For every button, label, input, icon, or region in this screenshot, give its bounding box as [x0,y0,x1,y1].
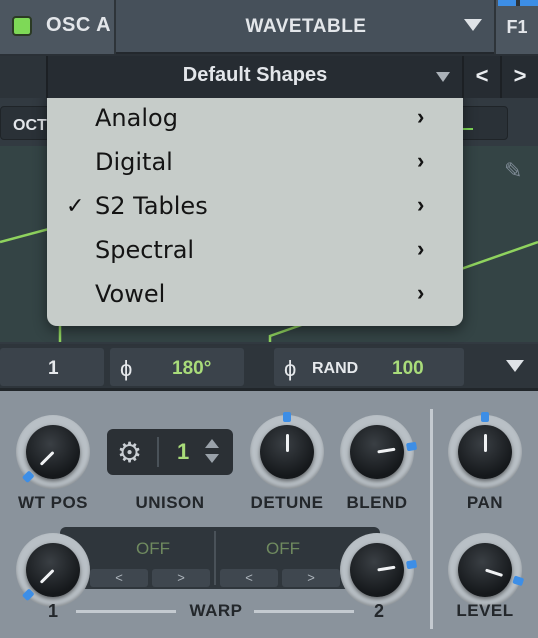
pencil-icon[interactable]: ✎ [504,158,522,184]
shapes-dropdown-menu: Analog › Digital › ✓ S2 Tables › Spectra… [47,98,463,326]
submenu-chevron-icon: › [417,104,425,129]
menu-item-spectral[interactable]: Spectral › [47,228,463,272]
warp2-next-button[interactable]: > [282,569,340,587]
wavetable-selector[interactable]: WAVETABLE [118,0,494,54]
shapes-preset-name[interactable]: Default Shapes [48,64,462,87]
warp1-prev-button[interactable]: < [90,569,148,587]
param-row-dropdown-icon[interactable] [506,360,524,372]
oct-label: OCT [13,117,47,134]
osc-param-row: 1 ϕ 180° ϕ RAND 100 [0,344,538,388]
unison-stepper[interactable]: ⚙ 1 [107,429,233,475]
submenu-chevron-icon: › [417,192,425,217]
phase-icon: ϕ [120,356,133,381]
wt-pos-knob[interactable] [16,415,90,489]
warp2-knob[interactable] [340,533,418,607]
rand-phase-icon: ϕ [284,356,297,381]
unison-up-icon[interactable] [205,439,219,448]
blend-label: BLEND [346,493,408,512]
warp-separator [214,531,216,585]
osc-controls-panel: WT POS ⚙ 1 UNISON DETUNE BLEND PAN OFF O… [0,388,538,638]
warp1-mode-value[interactable]: OFF [136,539,170,559]
menu-item-label: Vowel [95,280,166,308]
osc-name: OSC A [46,14,112,36]
osc-enable-toggle[interactable] [12,16,32,36]
warp-label: WARP [189,601,243,620]
warp1-number: 1 [48,601,59,621]
param-box-octave[interactable]: 1 [0,348,104,386]
gear-icon[interactable]: ⚙ [117,436,142,469]
menu-item-vowel[interactable]: Vowel › [47,272,463,316]
phase-param-box[interactable]: ϕ 180° [110,348,244,386]
fx-label: F1 [506,17,528,37]
shapes-row-left-cell [0,56,48,98]
unison-value: 1 [177,439,190,464]
warp1-next-button[interactable]: > [152,569,210,587]
menu-item-digital[interactable]: Digital › [47,140,463,184]
rand-value: 100 [392,358,424,379]
unison-down-icon[interactable] [205,454,219,463]
warp-right-line [254,610,354,613]
wavetable-display: OCT ✎ 1 ϕ 180° ϕ RAND 100 Analog › Digit… [0,98,538,388]
warp2-mode-value[interactable]: OFF [266,539,300,559]
param-value-1: 1 [48,358,59,379]
fx-tab[interactable]: F1 [494,0,538,54]
checkmark-icon: ✓ [66,193,85,218]
wavetable-name: WAVETABLE [245,16,367,37]
wt-pos-label: WT POS [17,493,89,512]
warp2-prev-button[interactable]: < [220,569,278,587]
shapes-dropdown-arrow-icon[interactable] [436,72,450,82]
submenu-chevron-icon: › [417,236,425,261]
shapes-next-button[interactable]: > [500,56,538,98]
menu-item-analog[interactable]: Analog › [47,98,463,140]
menu-item-label: Digital [95,148,173,176]
rand-label: RAND [312,360,359,377]
shapes-prev-button[interactable]: < [462,56,500,98]
shapes-row: Default Shapes < > [0,56,538,98]
warp-panel: OFF OFF < > < > [60,527,380,589]
oct-tab[interactable]: OCT [0,106,50,140]
phase-value: 180° [172,358,212,379]
warp2-number: 2 [374,601,385,621]
menu-item-s2-tables[interactable]: ✓ S2 Tables › [47,184,463,228]
oscillator-header: OSC A WAVETABLE F1 [0,0,538,54]
unison-separator [157,437,159,467]
pan-label: PAN [466,493,504,512]
osc-title-block: OSC A [0,0,116,54]
menu-item-label: S2 Tables [95,192,208,220]
detune-label: DETUNE [250,493,324,512]
blend-knob[interactable] [340,415,418,489]
level-label: LEVEL [456,601,514,620]
submenu-chevron-icon: › [417,148,425,173]
fx-activity-bar [498,0,538,6]
level-knob[interactable] [448,533,525,607]
wavetable-dropdown-arrow-icon[interactable] [464,19,482,31]
submenu-chevron-icon: › [417,280,425,305]
menu-item-label: Spectral [95,236,195,264]
pan-section-divider [430,409,433,629]
warp-left-line [76,610,176,613]
pan-knob[interactable] [448,412,522,489]
rand-param-box[interactable]: ϕ RAND 100 [274,348,464,386]
menu-item-label: Analog [95,104,178,132]
unison-label: UNISON [135,493,205,512]
warp1-knob[interactable] [16,533,90,607]
detune-knob[interactable] [250,412,324,489]
